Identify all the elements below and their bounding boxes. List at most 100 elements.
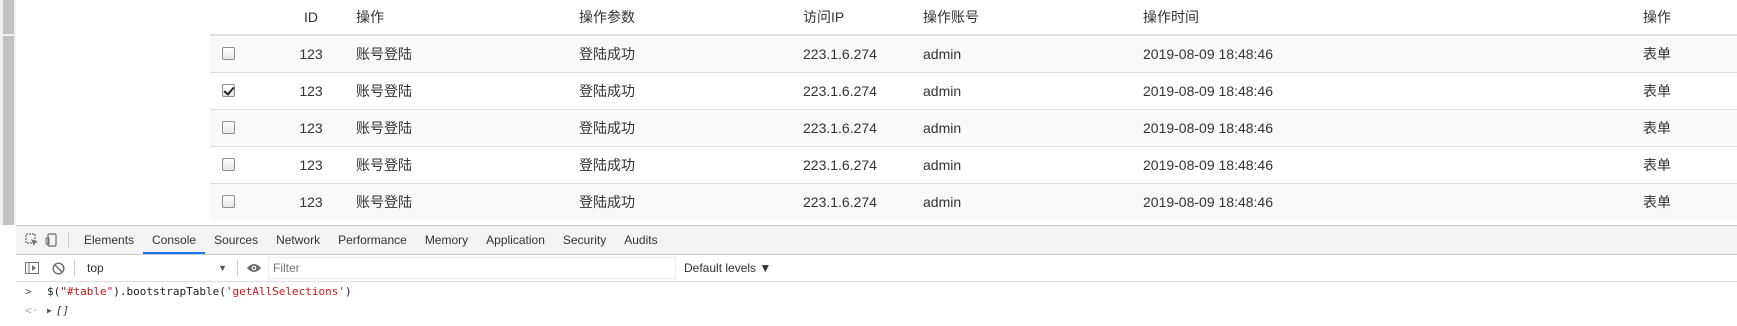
command-argument-string: 'getAllSelections' (225, 285, 346, 298)
cell-checkbox (210, 34, 266, 73)
tab-console[interactable]: Console (143, 226, 206, 254)
cell-account: admin (923, 34, 1143, 73)
cell-id: 123 (266, 109, 356, 147)
cell-params: 登陆成功 (579, 72, 803, 110)
tab-sources[interactable]: Sources (205, 226, 267, 254)
console-filter-input[interactable] (268, 257, 676, 279)
cell-ip: 223.1.6.274 (803, 183, 923, 220)
cell-params: 登陆成功 (579, 146, 803, 184)
cell-params: 登陆成功 (579, 109, 803, 147)
row-checkbox[interactable] (222, 84, 235, 97)
table-row[interactable]: 123 账号登陆 登陆成功 223.1.6.274 admin 2019-08-09 18… (210, 146, 1737, 184)
cell-account: admin (923, 109, 1143, 147)
console-result-line: <· ▶ [] (16, 301, 1737, 320)
context-selector-value: top (87, 261, 104, 275)
show-sidebar-icon[interactable] (22, 258, 42, 278)
header-action: 操作 (1643, 0, 1737, 36)
table-header-row: ID 操作 操作参数 访问IP 操作账号 操作时间 操作 (210, 0, 1737, 36)
cell-account: admin (923, 72, 1143, 110)
tab-elements[interactable]: Elements (75, 226, 143, 254)
command-suffix: ) (345, 285, 352, 298)
cell-time: 2019-08-09 18:48:46 (1143, 109, 1643, 147)
table-row[interactable]: 123 账号登陆 登陆成功 223.1.6.274 admin 2019-08-09 18… (210, 34, 1737, 73)
tab-audits[interactable]: Audits (615, 226, 666, 254)
data-table: ID 操作 操作参数 访问IP 操作账号 操作时间 操作 123 账号登陆 登陆成功… (210, 0, 1737, 220)
table-row[interactable]: 123 账号登陆 登陆成功 223.1.6.274 admin 2019-08-09 18… (210, 109, 1737, 147)
page-scrollbar[interactable] (0, 0, 16, 225)
console-result-value[interactable]: [] (56, 301, 69, 320)
cell-id: 123 (266, 34, 356, 73)
context-selector[interactable]: top ▼ (81, 259, 231, 277)
cell-ip: 223.1.6.274 (803, 72, 923, 110)
inspect-element-icon[interactable] (22, 230, 42, 250)
command-selector-string: "#table" (60, 285, 114, 298)
console-prompt-icon: > (25, 285, 32, 298)
cell-checkbox (210, 109, 266, 147)
header-time: 操作时间 (1143, 0, 1643, 36)
cell-operation: 账号登陆 (356, 146, 579, 184)
cell-action[interactable]: 表单 (1643, 146, 1737, 184)
tab-application[interactable]: Application (477, 226, 554, 254)
cell-ip: 223.1.6.274 (803, 109, 923, 147)
cell-id: 123 (266, 72, 356, 110)
header-account: 操作账号 (923, 0, 1143, 36)
header-ip: 访问IP (803, 0, 923, 36)
expand-triangle-icon[interactable]: ▶ (47, 301, 52, 320)
row-checkbox[interactable] (222, 121, 235, 134)
dropdown-arrow-icon: ▼ (218, 263, 227, 273)
cell-checkbox (210, 183, 266, 220)
cell-operation: 账号登陆 (356, 183, 579, 220)
header-operation: 操作 (356, 0, 579, 36)
cell-id: 123 (266, 183, 356, 220)
toolbar-separator (237, 260, 238, 276)
cell-ip: 223.1.6.274 (803, 146, 923, 184)
cell-action[interactable]: 表单 (1643, 183, 1737, 220)
console-toolbar: top ▼ Default levels ▼ (16, 255, 1737, 282)
cell-checkbox (210, 72, 266, 110)
cell-time: 2019-08-09 18:48:46 (1143, 34, 1643, 73)
cell-action[interactable]: 表单 (1643, 109, 1737, 147)
cell-params: 登陆成功 (579, 183, 803, 220)
cell-params: 登陆成功 (579, 34, 803, 73)
scrollbar-thumb[interactable] (3, 36, 14, 225)
row-checkbox[interactable] (222, 47, 235, 60)
result-arrow-icon: <· (25, 304, 39, 317)
table-row[interactable]: 123 账号登陆 登陆成功 223.1.6.274 admin 2019-08-09 18… (210, 183, 1737, 220)
tab-memory[interactable]: Memory (416, 226, 477, 254)
cell-time: 2019-08-09 18:48:46 (1143, 146, 1643, 184)
tab-separator (68, 232, 69, 248)
cell-account: admin (923, 183, 1143, 220)
cell-action[interactable]: 表单 (1643, 72, 1737, 110)
cell-id: 123 (266, 146, 356, 184)
row-checkbox[interactable] (222, 195, 235, 208)
devtools-panel: Elements Console Sources Network Perform… (16, 225, 1737, 326)
table-row[interactable]: 123 账号登陆 登陆成功 223.1.6.274 admin 2019-08-09 18… (210, 72, 1737, 110)
cell-ip: 223.1.6.274 (803, 34, 923, 73)
cell-action[interactable]: 表单 (1643, 34, 1737, 73)
tab-security[interactable]: Security (554, 226, 615, 254)
cell-operation: 账号登陆 (356, 72, 579, 110)
console-input-line: > $("#table").bootstrapTable('getAllSele… (16, 282, 1737, 301)
command-method: ).bootstrapTable( (113, 285, 226, 298)
clear-console-icon[interactable] (48, 258, 68, 278)
header-id: ID (266, 0, 356, 36)
tab-network[interactable]: Network (267, 226, 329, 254)
cell-operation: 账号登陆 (356, 109, 579, 147)
cell-time: 2019-08-09 18:48:46 (1143, 183, 1643, 220)
command-prefix: $( (47, 285, 61, 298)
header-params: 操作参数 (579, 0, 803, 36)
scrollbar-cap (3, 0, 14, 34)
row-checkbox[interactable] (222, 158, 235, 171)
toolbar-separator (74, 260, 75, 276)
header-checkbox (210, 0, 266, 36)
devtools-tabbar: Elements Console Sources Network Perform… (16, 226, 1737, 255)
data-table-container: ID 操作 操作参数 访问IP 操作账号 操作时间 操作 123 账号登陆 登陆成功… (210, 0, 1737, 220)
cell-checkbox (210, 146, 266, 184)
cell-operation: 账号登陆 (356, 34, 579, 73)
cell-account: admin (923, 146, 1143, 184)
cell-time: 2019-08-09 18:48:46 (1143, 72, 1643, 110)
log-levels-dropdown[interactable]: Default levels ▼ (684, 261, 771, 275)
device-toolbar-icon[interactable] (42, 230, 62, 250)
tab-performance[interactable]: Performance (329, 226, 416, 254)
live-expression-eye-icon[interactable] (244, 258, 264, 278)
